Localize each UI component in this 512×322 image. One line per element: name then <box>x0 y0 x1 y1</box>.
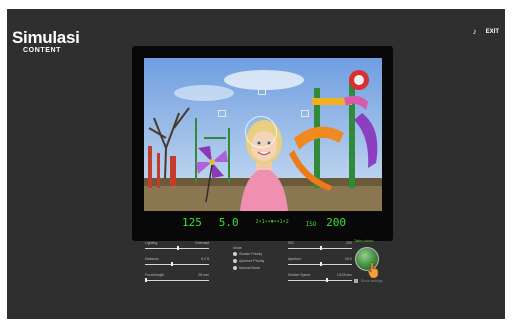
exposure-meter: 2•1••▼••1•2 <box>255 219 289 225</box>
iso-slider-handle[interactable] <box>320 246 322 250</box>
viewfinder-scene <box>144 58 382 211</box>
focal-length-slider[interactable] <box>145 278 209 282</box>
aperture-readout: 5.0 <box>218 215 239 229</box>
distance-label: Distance <box>145 257 159 261</box>
shutter-readout: 125 <box>182 215 202 229</box>
viewfinder-lcd: 125 5.0 2•1••▼••1•2 ISO 200 <box>144 213 382 231</box>
lighting-slider-handle[interactable] <box>177 246 179 250</box>
distance-slider[interactable] <box>145 262 209 266</box>
checkbox-icon[interactable] <box>354 279 358 283</box>
top-bar: ♪ EXIT <box>473 27 499 36</box>
af-point-left <box>218 110 226 117</box>
iso-slider[interactable] <box>288 246 352 250</box>
shutter-speed-control[interactable]: Shutter Speed 1/125 sec <box>288 273 352 282</box>
aperture-control-value: f/5.0 <box>345 257 352 261</box>
aperture-slider[interactable] <box>288 262 352 266</box>
lighting-slider[interactable] <box>145 246 209 250</box>
mode-option-aperture[interactable]: Aperture Priority <box>233 259 283 263</box>
shutter-speed-slider-handle[interactable] <box>326 278 329 282</box>
exit-button[interactable]: EXIT <box>486 29 499 35</box>
mode-title: Mode <box>233 246 242 250</box>
mode-option-manual[interactable]: Manual Mode <box>233 266 283 270</box>
radio-icon[interactable] <box>233 266 237 270</box>
lighting-value: Overcast <box>194 241 209 245</box>
distance-slider-handle[interactable] <box>170 262 173 266</box>
music-note-icon[interactable]: ♪ <box>473 27 477 36</box>
lighting-control[interactable]: Lighting Overcast <box>145 241 209 250</box>
lighting-label: Lighting <box>145 241 158 245</box>
mode-option-label: Manual Mode <box>239 266 261 270</box>
af-point-right <box>301 110 309 117</box>
aperture-control-label: Aperture <box>288 257 302 261</box>
radio-icon[interactable] <box>233 259 237 263</box>
brand-logo: Simulasi CONTENT <box>12 29 80 54</box>
shutter-speed-slider[interactable] <box>288 278 352 282</box>
distance-control[interactable]: Distance 6.2 ft <box>145 257 209 266</box>
shutter-speed-label: Shutter Speed <box>288 273 311 277</box>
iso-label: ISO <box>305 220 317 228</box>
mode-option-shutter[interactable]: Shutter Priority <box>233 252 283 256</box>
iso-control[interactable]: ISO 200 <box>288 241 352 250</box>
pointer-hand-icon <box>367 262 379 278</box>
shutter-speed-value: 1/125 sec <box>336 273 352 277</box>
iso-group: ISO 200 <box>306 216 346 229</box>
focal-length-slider-handle[interactable] <box>145 278 147 282</box>
af-point-top <box>258 88 266 95</box>
af-center-circle <box>245 116 277 148</box>
aperture-control[interactable]: Aperture f/5.0 <box>288 257 352 266</box>
settings-toggle-label: Show settings <box>361 279 383 283</box>
distance-value: 6.2 ft <box>201 257 209 261</box>
focal-length-value: 28 mm <box>198 273 209 277</box>
brand-title: Simulasi <box>12 28 80 47</box>
radio-icon[interactable] <box>233 252 237 256</box>
mode-option-label: Aperture Priority <box>239 259 265 263</box>
focal-length-control[interactable]: Focal length 28 mm <box>145 273 209 282</box>
camera-viewfinder: 125 5.0 2•1••▼••1•2 ISO 200 <box>132 46 393 241</box>
focal-length-label: Focal length <box>145 273 165 277</box>
brand-subtitle: CONTENT <box>23 47 62 54</box>
shutter-button-label: Take photo <box>354 238 374 243</box>
iso-readout: 200 <box>326 215 346 229</box>
aperture-slider-handle[interactable] <box>320 262 322 266</box>
iso-control-label: ISO <box>288 241 295 245</box>
mode-selector: Mode Shutter Priority Aperture Priority … <box>233 246 283 273</box>
iso-control-value: 200 <box>346 241 352 245</box>
settings-toggle[interactable]: Show settings <box>354 279 383 283</box>
camera-controls: Lighting Overcast Distance 6.2 ft Focal le… <box>145 241 385 301</box>
mode-option-label: Shutter Priority <box>239 252 263 256</box>
